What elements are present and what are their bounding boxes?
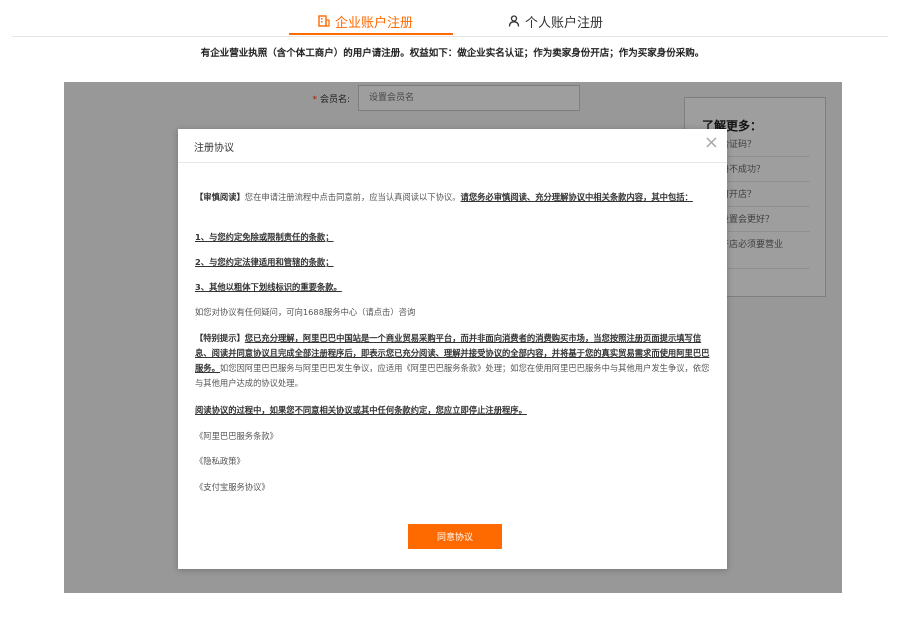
- tab-personal-account[interactable]: 个人账户注册: [508, 8, 603, 34]
- prudent-reading-text: 您在申请注册流程中点击同意前，应当认真阅读以下协议。: [244, 192, 461, 202]
- prudent-reading-emphasis: 请您务必审慎阅读、充分理解协议中相关条款内容，其中包括：: [460, 192, 693, 202]
- building-icon: [318, 15, 330, 27]
- paragraph-stop-registration: 阅读协议的过程中，如果您不同意相关协议或其中任何条款约定，您应立即停止注册程序。: [195, 403, 711, 418]
- link-alibaba-service-terms[interactable]: 《阿里巴巴服务条款》: [195, 429, 711, 444]
- tab-personal-label: 个人账户注册: [525, 15, 604, 31]
- clause-item-1: 1、与您约定免除或限制责任的条款；: [195, 230, 711, 245]
- clause-item-3: 3、其他以粗体下划线标识的重要条款。: [195, 280, 711, 295]
- clause-item-2: 2、与您约定法律适用和管辖的条款；: [195, 255, 711, 270]
- special-notice-text: 如您因阿里巴巴服务与阿里巴巴发生争议，应适用《阿里巴巴服务条款》处理；如您在使用…: [195, 363, 710, 388]
- registration-notice: 有企业营业执照（含个体工商户）的用户请注册。权益如下：做企业实名认证；作为卖家身…: [200, 48, 705, 59]
- paragraph-service-center: 如您对协议有任何疑问，可向1688服务中心（请点击）咨询: [195, 307, 416, 317]
- tabs-divider: [12, 36, 888, 37]
- modal-title: 注册协议: [194, 143, 234, 154]
- paragraph-special-notice: 【特别提示】您已充分理解，阿里巴巴中国站是一个商业贸易采购平台，而并非面向消费者…: [195, 331, 711, 391]
- active-tab-indicator: [289, 33, 453, 35]
- tab-company-label: 企业账户注册: [335, 15, 414, 31]
- registration-tabs: 企业账户注册 个人账户注册: [0, 0, 905, 37]
- prudent-reading-tag: 【审慎阅读】: [195, 192, 245, 202]
- clause-item-3-text: 3、其他以粗体下划线标识的重要条款。: [195, 282, 342, 292]
- clause-item-2-text: 2、与您约定法律适用和管辖的条款；: [195, 257, 334, 267]
- agreement-modal: 注册协议 × 【审慎阅读】您在申请注册流程中点击同意前，应当认真阅读以下协议。请…: [178, 129, 727, 569]
- close-icon[interactable]: ×: [704, 134, 719, 152]
- tab-company-account[interactable]: 企业账户注册: [318, 8, 413, 34]
- link-privacy-policy[interactable]: 《隐私政策》: [195, 454, 711, 469]
- special-notice-tag: 【特别提示】: [195, 333, 245, 343]
- paragraph-prudent-reading: 【审慎阅读】您在申请注册流程中点击同意前，应当认真阅读以下协议。请您务必审慎阅读…: [195, 190, 711, 205]
- modal-divider: [178, 162, 727, 163]
- link-alipay-agreement[interactable]: 《支付宝服务协议》: [195, 480, 711, 495]
- agree-button[interactable]: 同意协议: [408, 524, 502, 549]
- stop-registration-text: 阅读协议的过程中，如果您不同意相关协议或其中任何条款约定，您应立即停止注册程序。: [195, 405, 527, 415]
- clause-item-1-text: 1、与您约定免除或限制责任的条款；: [195, 232, 334, 242]
- user-icon: [508, 15, 520, 27]
